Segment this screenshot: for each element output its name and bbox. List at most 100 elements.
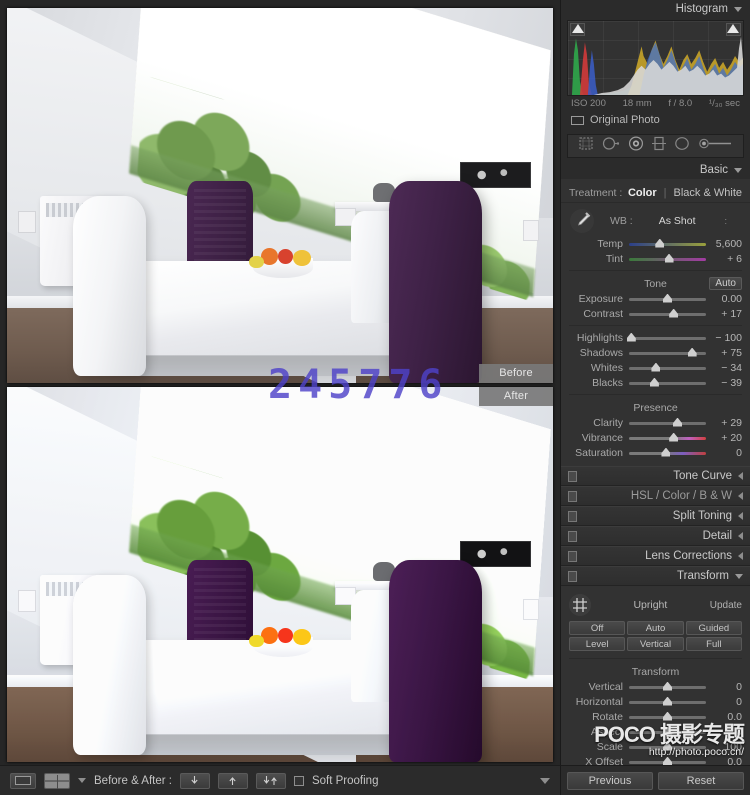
slider-knob[interactable] <box>663 696 672 706</box>
slider-value[interactable]: + 6 <box>712 253 742 265</box>
chevron-left-icon[interactable] <box>738 552 743 560</box>
slider-knob[interactable] <box>663 293 672 303</box>
slider-clarity[interactable]: Clarity + 29 <box>561 415 750 430</box>
graduated-filter-icon[interactable] <box>652 136 667 156</box>
histogram-panel-header[interactable]: Histogram <box>561 0 750 18</box>
histogram[interactable] <box>567 20 744 96</box>
slider-contrast[interactable]: Contrast + 17 <box>561 306 750 321</box>
chevron-left-icon[interactable] <box>738 532 743 540</box>
highlight-clipping-indicator-icon[interactable] <box>727 24 739 33</box>
treatment-bw-option[interactable]: Black & White <box>674 187 742 199</box>
slider-knob[interactable] <box>663 681 672 691</box>
panel-header-lens-corrections[interactable]: Lens Corrections <box>561 546 750 566</box>
slider-track[interactable] <box>629 293 706 304</box>
slider-highlights[interactable]: Highlights − 100 <box>561 330 750 345</box>
slider-track[interactable] <box>629 696 706 707</box>
spot-removal-icon[interactable] <box>602 136 620 156</box>
upright-guided-button[interactable]: Guided <box>685 621 742 635</box>
slider-track[interactable] <box>629 377 706 388</box>
slider-track[interactable] <box>629 417 706 428</box>
loupe-view-button[interactable] <box>10 772 36 789</box>
radial-filter-icon[interactable] <box>674 136 690 156</box>
before-after-view-button[interactable] <box>44 772 70 789</box>
panel-switch-icon[interactable] <box>568 510 577 522</box>
chevron-left-icon[interactable] <box>738 472 743 480</box>
panel-header-hsl-color-bw[interactable]: HSL / Color / B & W <box>561 486 750 506</box>
slider-value[interactable]: + 75 <box>712 347 742 359</box>
slider-shadows[interactable]: Shadows + 75 <box>561 345 750 360</box>
slider-value[interactable]: + 29 <box>712 417 742 429</box>
shadow-clipping-indicator-icon[interactable] <box>572 24 584 33</box>
slider-knob[interactable] <box>661 447 671 457</box>
crop-overlay-icon[interactable] <box>578 136 594 156</box>
basic-panel-header[interactable]: Basic <box>561 161 750 179</box>
panel-switch-icon[interactable] <box>568 550 577 562</box>
upright-tool-icon[interactable] <box>569 594 591 616</box>
chevron-down-icon[interactable] <box>78 778 86 783</box>
slider-value[interactable]: 0.0 <box>712 711 742 723</box>
soft-proofing-checkbox[interactable] <box>293 775 304 786</box>
upright-auto-button[interactable]: Auto <box>627 621 684 635</box>
slider-knob[interactable] <box>663 711 672 721</box>
slider-horizontal[interactable]: Horizontal 0 <box>561 694 750 709</box>
slider-whites[interactable]: Whites − 34 <box>561 360 750 375</box>
red-eye-correction-icon[interactable] <box>628 136 644 156</box>
chevron-down-icon[interactable] <box>735 573 743 579</box>
original-photo-row[interactable]: Original Photo <box>561 109 750 131</box>
slider-value[interactable]: 0.00 <box>712 293 742 305</box>
slider-tint[interactable]: Tint + 6 <box>561 251 750 266</box>
chevron-left-icon[interactable] <box>738 512 743 520</box>
slider-track[interactable] <box>629 347 706 358</box>
slider-track[interactable] <box>629 362 706 373</box>
white-balance-selector-icon[interactable] <box>569 208 595 234</box>
slider-knob[interactable] <box>673 417 682 427</box>
panel-header-transform[interactable]: Transform <box>561 566 750 586</box>
upright-update-button[interactable]: Update <box>710 600 742 611</box>
slider-temp[interactable]: Temp 5,600 <box>561 236 750 251</box>
slider-value[interactable]: − 39 <box>712 377 742 389</box>
upright-vertical-button[interactable]: Vertical <box>627 637 684 651</box>
panel-header-tone-curve[interactable]: Tone Curve <box>561 466 750 486</box>
slider-value[interactable]: + 17 <box>712 308 742 320</box>
slider-value[interactable]: 0 <box>712 681 742 693</box>
slider-value[interactable]: − 100 <box>712 332 742 344</box>
panel-switch-icon[interactable] <box>568 470 577 482</box>
panel-header-detail[interactable]: Detail <box>561 526 750 546</box>
slider-value[interactable]: 5,600 <box>712 238 742 250</box>
slider-track[interactable] <box>629 711 706 722</box>
slider-value[interactable]: − 34 <box>712 362 742 374</box>
slider-track[interactable] <box>629 681 706 692</box>
slider-saturation[interactable]: Saturation 0 <box>561 445 750 460</box>
chevron-down-icon[interactable] <box>734 6 742 12</box>
slider-value[interactable]: 0 <box>712 447 742 459</box>
copy-before-to-after-button[interactable] <box>217 772 248 789</box>
previous-button[interactable]: Previous <box>567 771 653 790</box>
treatment-color-option[interactable]: Color <box>628 187 657 199</box>
slider-track[interactable] <box>626 332 706 343</box>
slider-value[interactable]: 0 <box>712 696 742 708</box>
slider-knob[interactable] <box>664 253 674 263</box>
slider-exposure[interactable]: Exposure 0.00 <box>561 291 750 306</box>
slider-knob[interactable] <box>651 362 661 372</box>
slider-knob[interactable] <box>669 432 679 442</box>
panel-switch-icon[interactable] <box>568 490 577 502</box>
slider-track[interactable] <box>629 238 706 249</box>
reset-button[interactable]: Reset <box>658 771 744 790</box>
slider-track[interactable] <box>629 447 706 458</box>
slider-blacks[interactable]: Blacks − 39 <box>561 375 750 390</box>
panel-switch-icon[interactable] <box>568 530 577 542</box>
panel-header-split-toning[interactable]: Split Toning <box>561 506 750 526</box>
upright-full-button[interactable]: Full <box>685 637 742 651</box>
panel-switch-icon[interactable] <box>568 570 577 582</box>
wb-dropdown-icon[interactable]: : <box>725 216 728 226</box>
chevron-down-icon[interactable] <box>734 167 742 173</box>
adjustment-brush-icon[interactable] <box>699 136 733 156</box>
slider-knob[interactable] <box>649 377 659 387</box>
toolbar-options-chevron-icon[interactable] <box>540 777 550 784</box>
slider-track[interactable] <box>629 253 706 264</box>
slider-knob[interactable] <box>687 347 697 357</box>
slider-vibrance[interactable]: Vibrance + 20 <box>561 430 750 445</box>
slider-vertical[interactable]: Vertical 0 <box>561 679 750 694</box>
slider-value[interactable]: + 20 <box>712 432 742 444</box>
upright-off-button[interactable]: Off <box>569 621 626 635</box>
